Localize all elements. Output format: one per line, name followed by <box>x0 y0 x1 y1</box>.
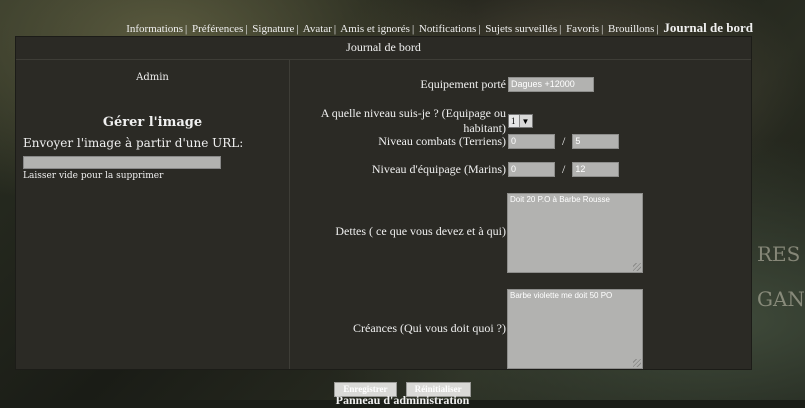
dettes-label: Dettes ( ce que vous devez et à qui) <box>335 224 506 238</box>
nav-preferences[interactable]: Préférences <box>192 23 243 35</box>
combats-label: Niveau combats (Terriens) <box>378 134 506 148</box>
creances-value: Barbe violette me doit 50 PO <box>510 291 613 300</box>
nav-sujets-surveilles[interactable]: Sujets surveillés <box>485 23 557 35</box>
nav-amis-ignores[interactable]: Amis et ignorés <box>340 23 410 35</box>
nav-signature[interactable]: Signature <box>252 23 294 35</box>
creances-label: Créances (Qui vous doit quoi ?) <box>353 321 506 335</box>
separator-slash: / <box>562 162 566 176</box>
background-text: GANI <box>757 287 805 311</box>
chevron-down-icon: ▼ <box>518 115 532 127</box>
niveau-select[interactable]: 1 ▼ <box>508 114 533 128</box>
image-url-hint: Laisser vide pour la supprimer <box>23 171 164 181</box>
fields-column: Equipement porté Dagues +12000 A quelle … <box>290 59 751 369</box>
creances-textarea[interactable]: Barbe violette me doit 50 PO <box>507 289 643 369</box>
nav-informations[interactable]: Informations <box>126 23 183 35</box>
manage-image-title: Gérer l'image <box>102 115 203 130</box>
equipage-input[interactable]: 0 <box>508 162 555 177</box>
equipage-max-input[interactable]: 12 <box>572 162 620 177</box>
nav-notifications[interactable]: Notifications <box>419 23 476 35</box>
separator-slash: / <box>562 134 566 148</box>
combats-input[interactable]: 0 <box>508 134 555 149</box>
nav-journal-de-bord[interactable]: Journal de bord <box>663 20 753 35</box>
dettes-value: Doit 20 P.O à Barbe Rousse <box>510 195 610 204</box>
image-url-label: Envoyer l'image à partir d'une URL: <box>23 136 244 150</box>
niveau-label: A quelle niveau suis-je ? (Equipage ou h… <box>320 106 506 135</box>
profile-nav: Informations | Préférences | Signature | Av… <box>126 20 753 35</box>
equipement-label: Equipement porté <box>420 77 506 91</box>
image-url-input[interactable] <box>23 155 221 169</box>
background-text: RES <box>757 242 801 266</box>
combats-max-input[interactable]: 5 <box>572 134 620 149</box>
equipage-label: Niveau d'équipage (Marins) <box>371 162 506 176</box>
profile-column: Admin Gérer l'image Envoyer l'image à pa… <box>16 59 290 369</box>
username: Admin <box>136 72 169 83</box>
nav-favoris[interactable]: Favoris <box>566 23 599 35</box>
journal-panel: Journal de bord Admin Gérer l'image Envo… <box>15 36 752 370</box>
niveau-select-value: 1 <box>511 116 516 126</box>
dettes-textarea[interactable]: Doit 20 P.O à Barbe Rousse <box>507 193 643 273</box>
panel-title: Journal de bord <box>346 40 421 54</box>
equipement-input[interactable]: Dagues +12000 <box>508 77 594 92</box>
nav-avatar[interactable]: Avatar <box>303 23 332 35</box>
footer-link[interactable]: Panneau d'administration <box>0 393 805 408</box>
resize-handle-icon[interactable] <box>633 359 641 367</box>
resize-handle-icon[interactable] <box>633 263 641 271</box>
nav-brouillons[interactable]: Brouillons <box>608 23 654 35</box>
